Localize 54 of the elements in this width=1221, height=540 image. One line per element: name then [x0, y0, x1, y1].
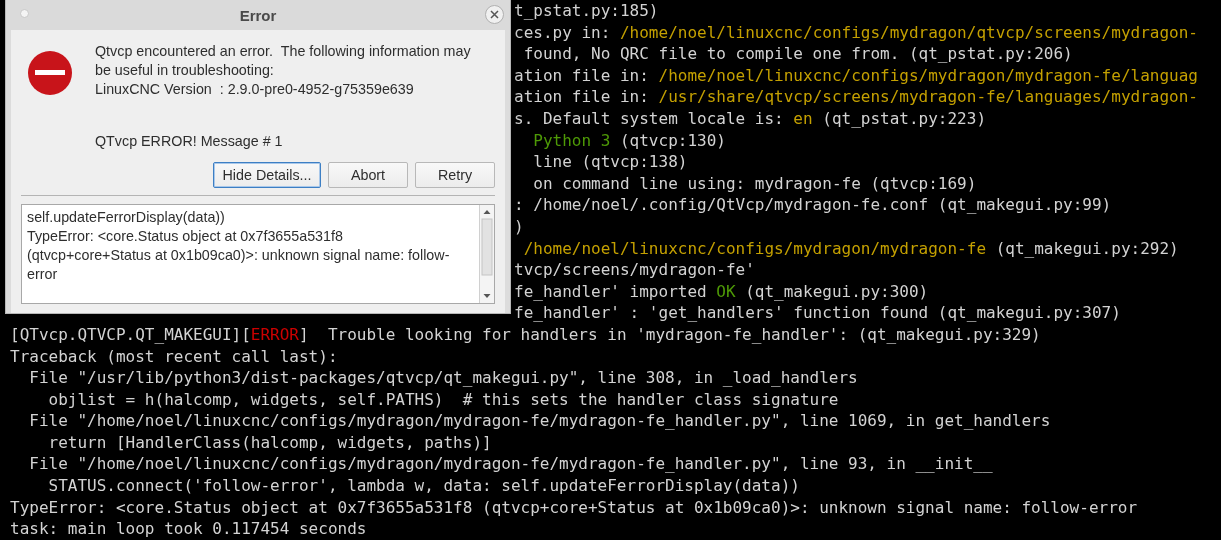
error-info: QTvcp ERROR! Message # 1	[95, 132, 284, 151]
terminal-text: ation file in:	[514, 86, 650, 108]
window-control-icon[interactable]	[20, 9, 29, 18]
details-text: TypeError: <core.Status object at 0x7f3655a531f8	[27, 227, 344, 246]
terminal-text: /home/noel/linuxcnc/configs/mydragon/qtvcp/screens/mydragon-	[619, 21, 1198, 44]
error-icon	[27, 50, 73, 96]
terminal-text: : /home/noel/.config/QtVcp/mydragon-fe.conf (qt_makegui.py:99)	[514, 194, 1112, 216]
error-message: LinuxCNC Version : 2.9.0-pre0-4952-g75359e639	[95, 80, 415, 99]
terminal-text: /usr/share/qtvcp/screens/mydragon-fe/languages/mydragon-	[658, 86, 1198, 108]
terminal-text: (qt_pstat.py:223)	[821, 107, 986, 130]
details-text: self.updateFerrorDisplay(data))	[27, 208, 226, 227]
error-message: Qtvcp encountered an error. The following information may	[95, 42, 471, 61]
terminal-text: task: main loop took 0.117454 seconds	[10, 518, 367, 540]
terminal-text: ] Trouble looking for handlers in 'mydragon-fe_handler': (qt_makegui.py:329)	[299, 323, 1041, 346]
terminal-text: fe_handler' : 'get_handlers' function found (qt_makegui.py:307)	[514, 302, 1121, 324]
terminal-text: Python 3	[532, 129, 611, 152]
terminal-text: STATUS.connect('follow-error', lambda w, data: self.updateFerrorDisplay(data))	[47, 475, 800, 497]
scrollbar[interactable]	[479, 205, 494, 303]
terminal-text: File "/home/noel/linuxcnc/configs/mydragon/mydragon-fe/mydragon-fe_handler.py", line 93, in __init__	[28, 453, 993, 476]
terminal-text: )	[514, 215, 524, 238]
close-button[interactable]	[485, 5, 504, 24]
terminal-text: Traceback (most recent call last):	[10, 345, 338, 368]
terminal-text: line (qtvcp:138)	[532, 151, 688, 173]
terminal-text: ces.py in:	[514, 21, 612, 44]
details-text: (qtvcp+core+Status at 0x1b09ca0)>: unknown signal name: follow-	[27, 246, 451, 265]
terminal-text: (qtvcp:130)	[618, 129, 726, 152]
terminal-text: TypeError: <core.Status object at 0x7f3655a531f8 (qtvcp+core+Status at 0x1b09ca0)>: unknown signal name: follow-error	[10, 496, 1138, 519]
window-title: Error	[239, 6, 277, 24]
terminal-text: en	[793, 107, 813, 130]
terminal-text: found, No QRC file to compile one from. (qt_pstat.py:206)	[522, 43, 1073, 65]
details-text: error	[27, 265, 59, 284]
terminal-text: OK	[716, 280, 736, 303]
terminal-text: File "/home/noel/linuxcnc/configs/mydragon/mydragon-fe/mydragon-fe_handler.py", line 1069, in get_handlers	[28, 410, 1051, 432]
terminal-text: s. Default system locale is:	[514, 107, 785, 130]
dialog-button[interactable]: Hide Details...	[213, 162, 321, 188]
terminal-text: /home/noel/linuxcnc/configs/mydragon/mydragon-fe/languag	[658, 64, 1198, 87]
close-icon	[490, 10, 499, 19]
terminal-text: fe_handler' imported	[514, 280, 708, 303]
error-message: be useful in troubleshooting:	[95, 61, 275, 80]
terminal-text: /home/noel/linuxcnc/configs/mydragon/mydragon-fe	[522, 237, 986, 260]
terminal-text: on command line using: mydragon-fe (qtvcp:169)	[532, 172, 977, 195]
terminal-text: [QTvcp.QTVCP.QT_MAKEGUI][	[10, 323, 251, 346]
terminal-text: ation file in:	[514, 64, 650, 87]
terminal-text: tvcp/screens/mydragon-fe'	[514, 259, 755, 281]
terminal-text: File "/usr/lib/python3/dist-packages/qtvcp/qt_makegui.py", line 308, in _load_handlers	[28, 367, 858, 389]
terminal-text: objlist = h(halcomp, widgets, self.PATHS) # this sets the handler class signature	[47, 388, 839, 411]
terminal-text: ERROR	[250, 323, 299, 346]
details-text-area[interactable]: self.updateFerrorDisplay(data)) TypeError: <core.Status object at 0x7f3655a531f8 (qtvcp+core+Status at 0x1b09ca0)>: unknown signal name: follow- error	[21, 204, 495, 304]
terminal-text: (qt_makegui.py:300)	[744, 280, 929, 303]
terminal-text: (qt_makegui.py:292)	[994, 237, 1179, 260]
dialog-button[interactable]: Retry	[415, 162, 495, 188]
terminal-text: return [HandlerClass(halcomp, widgets, paths)]	[47, 431, 492, 454]
dialog-button[interactable]: Abort	[328, 162, 408, 188]
terminal-text: t_pstat.py:185)	[514, 0, 659, 22]
